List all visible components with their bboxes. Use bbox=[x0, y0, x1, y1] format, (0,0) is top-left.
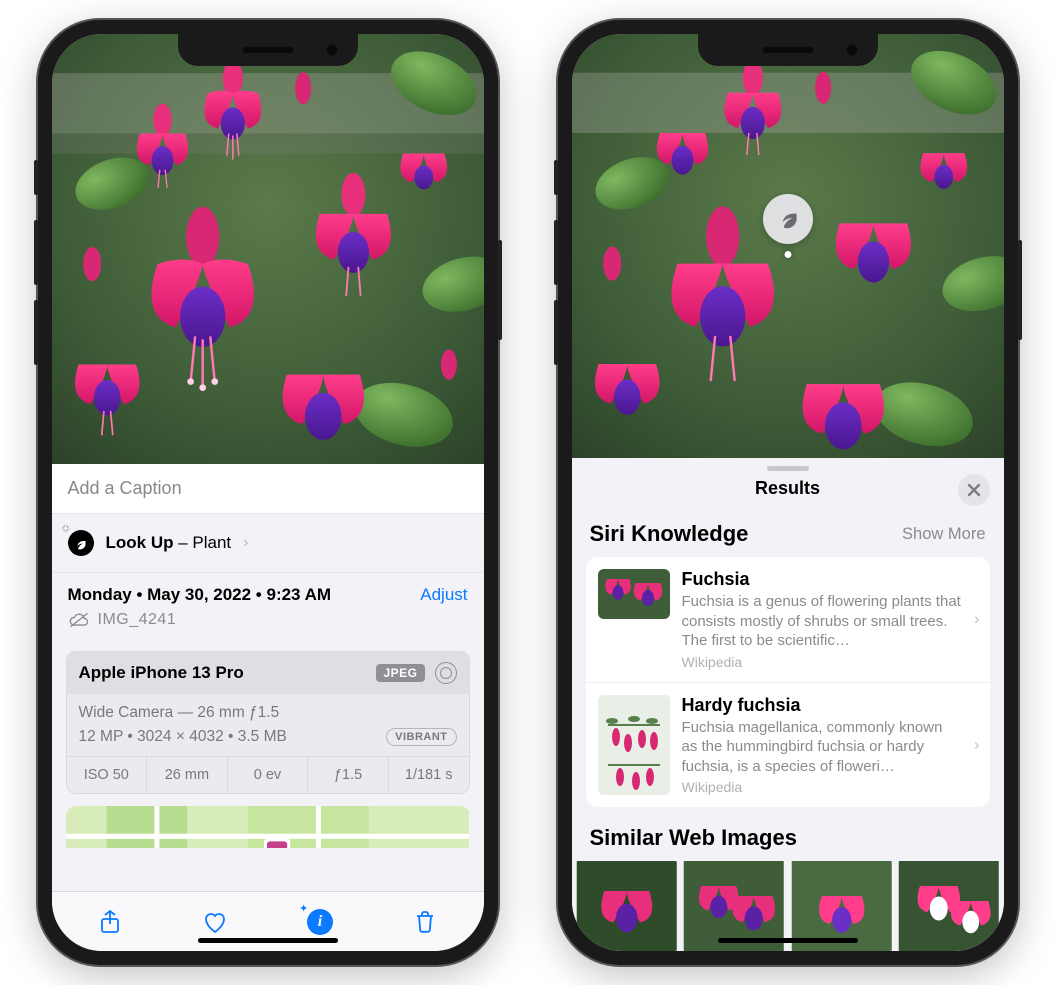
home-indicator[interactable] bbox=[198, 938, 338, 943]
power-button bbox=[1018, 240, 1022, 340]
photographic-style-badge: VIBRANT bbox=[386, 728, 456, 746]
result-description: Fuchsia is a genus of flowering plants t… bbox=[682, 592, 962, 651]
lens-info: Wide Camera — 26 mm ƒ1.5 bbox=[79, 704, 457, 722]
volume-down bbox=[554, 300, 558, 365]
notch bbox=[178, 34, 358, 66]
result-thumbnail bbox=[598, 695, 670, 795]
siri-knowledge-title: Siri Knowledge bbox=[590, 521, 749, 547]
info-icon bbox=[307, 909, 333, 935]
live-photo-icon bbox=[435, 662, 457, 684]
volume-up bbox=[554, 220, 558, 285]
web-image-thumbnail[interactable] bbox=[574, 861, 680, 951]
location-map-preview[interactable] bbox=[66, 806, 470, 848]
phone-left: Add a Caption Look Up – Plant › Monday •… bbox=[38, 20, 498, 965]
chevron-right-icon: › bbox=[974, 609, 980, 629]
delete-button[interactable] bbox=[408, 905, 442, 939]
share-button[interactable] bbox=[93, 905, 127, 939]
photo-date: Monday • May 30, 2022 • 9:23 AM bbox=[68, 585, 332, 605]
similar-web-images-title: Similar Web Images bbox=[572, 807, 1004, 861]
lookup-plant-row[interactable]: Look Up – Plant › bbox=[52, 514, 484, 573]
show-more-button[interactable]: Show More bbox=[902, 525, 985, 544]
chevron-right-icon: › bbox=[974, 735, 980, 755]
visual-lookup-chip[interactable] bbox=[763, 194, 813, 244]
result-title: Fuchsia bbox=[682, 569, 962, 590]
photo-viewer[interactable] bbox=[572, 34, 1004, 458]
close-button[interactable] bbox=[958, 474, 990, 506]
results-sheet: Results Siri Knowledge Show More Fuchsia… bbox=[572, 458, 1004, 951]
filename-row: IMG_4241 bbox=[68, 611, 468, 629]
info-panel: Look Up – Plant › Monday • May 30, 2022 … bbox=[52, 514, 484, 891]
caption-input[interactable]: Add a Caption bbox=[52, 464, 484, 514]
result-description: Fuchsia magellanica, commonly known as t… bbox=[682, 718, 962, 777]
web-image-thumbnail[interactable] bbox=[896, 861, 1002, 951]
favorite-button[interactable] bbox=[198, 905, 232, 939]
camera-device: Apple iPhone 13 Pro bbox=[79, 663, 244, 683]
format-badge: JPEG bbox=[376, 664, 424, 682]
adjust-date-button[interactable]: Adjust bbox=[420, 585, 467, 605]
camera-info-card: Apple iPhone 13 Pro JPEG Wide Camera — 2… bbox=[66, 651, 470, 794]
exif-row: ISO 50 26 mm 0 ev ƒ1.5 1/181 s bbox=[67, 756, 469, 793]
cloud-off-icon bbox=[68, 611, 90, 629]
info-button[interactable]: ✦ bbox=[303, 905, 337, 939]
result-hardy-fuchsia[interactable]: Hardy fuchsia Fuchsia magellanica, commo… bbox=[586, 683, 990, 808]
power-button bbox=[498, 240, 502, 340]
mute-switch bbox=[554, 160, 558, 195]
chevron-right-icon: › bbox=[243, 534, 248, 552]
resolution-info: 12 MP • 3024 × 4032 • 3.5 MB bbox=[79, 728, 287, 746]
leaf-icon bbox=[68, 530, 94, 556]
result-source: Wikipedia bbox=[682, 654, 962, 670]
lookup-label: Look Up – Plant bbox=[106, 533, 232, 553]
notch bbox=[698, 34, 878, 66]
result-thumbnail bbox=[598, 569, 670, 619]
result-source: Wikipedia bbox=[682, 779, 962, 795]
result-title: Hardy fuchsia bbox=[682, 695, 962, 716]
sheet-title: Results bbox=[755, 478, 820, 499]
phone-right: Results Siri Knowledge Show More Fuchsia… bbox=[558, 20, 1018, 965]
mute-switch bbox=[34, 160, 38, 195]
siri-results-card: Fuchsia Fuchsia is a genus of flowering … bbox=[586, 557, 990, 807]
result-fuchsia[interactable]: Fuchsia Fuchsia is a genus of flowering … bbox=[586, 557, 990, 683]
volume-up bbox=[34, 220, 38, 285]
volume-down bbox=[34, 300, 38, 365]
home-indicator[interactable] bbox=[718, 938, 858, 943]
photo-viewer[interactable] bbox=[52, 34, 484, 464]
